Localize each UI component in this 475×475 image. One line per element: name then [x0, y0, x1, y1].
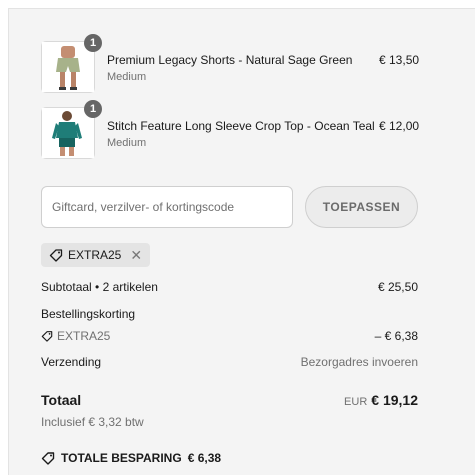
- discount-code-input[interactable]: [41, 186, 293, 228]
- line-item: 1 Premium Legacy Shorts - Natural Sage G…: [41, 34, 419, 93]
- total-label: Totaal: [41, 392, 82, 408]
- product-name: Premium Legacy Shorts - Natural Sage Gre…: [107, 53, 353, 67]
- subtotal-value: € 25,50: [377, 280, 418, 294]
- tax-row: Inclusief € 3,32 btw: [41, 415, 418, 429]
- remove-discount-close-icon[interactable]: ✕: [130, 248, 142, 262]
- shipping-row: Verzending Bezorgadres invoeren: [41, 355, 418, 369]
- order-summary-panel: 1 Premium Legacy Shorts - Natural Sage G…: [8, 8, 475, 475]
- shipping-value: Bezorgadres invoeren: [300, 355, 418, 369]
- tag-icon: [41, 331, 53, 342]
- total-row: Totaal EUR € 19,12: [41, 392, 418, 408]
- product-price: € 12,00: [379, 119, 420, 133]
- product-variant: Medium: [107, 71, 147, 83]
- line-item: 1 Stitch Feature Long Sleeve Crop Top - …: [41, 100, 419, 159]
- applied-code-label: EXTRA25: [68, 248, 122, 262]
- tax-note: Inclusief € 3,32 btw: [41, 415, 144, 429]
- quantity-badge: 1: [84, 34, 102, 52]
- product-thumbnail-shorts: 1: [41, 34, 102, 93]
- discount-code-row: EXTRA25 – € 6,38: [41, 329, 418, 343]
- total-currency: EUR: [344, 396, 368, 408]
- tag-icon: [49, 249, 63, 262]
- apply-button[interactable]: TOEPASSEN: [305, 186, 418, 228]
- subtotal-row: Subtotaal • 2 artikelen € 25,50: [41, 280, 418, 294]
- product-price: € 13,50: [379, 53, 420, 67]
- product-name: Stitch Feature Long Sleeve Crop Top - Oc…: [107, 119, 375, 133]
- shipping-label: Verzending: [41, 355, 102, 369]
- total-amount: € 19,12: [371, 392, 418, 408]
- product-variant: Medium: [107, 137, 147, 149]
- order-discount-row: Bestellingskorting: [41, 307, 418, 321]
- product-thumbnail-top: 1: [41, 100, 102, 159]
- total-savings: TOTALE BESPARING € 6,38: [41, 451, 221, 465]
- discount-code-detail: EXTRA25: [41, 329, 110, 343]
- applied-discount-chip: EXTRA25 ✕: [41, 243, 151, 267]
- order-discount-label: Bestellingskorting: [41, 307, 136, 321]
- savings-label: TOTALE BESPARING: [61, 451, 182, 465]
- savings-tag-icon: [41, 452, 55, 465]
- savings-value: € 6,38: [187, 451, 222, 465]
- subtotal-label: Subtotaal • 2 artikelen: [41, 280, 158, 294]
- discount-code-text: EXTRA25: [57, 329, 111, 343]
- quantity-badge: 1: [84, 100, 102, 118]
- discount-value: – € 6,38: [374, 329, 418, 343]
